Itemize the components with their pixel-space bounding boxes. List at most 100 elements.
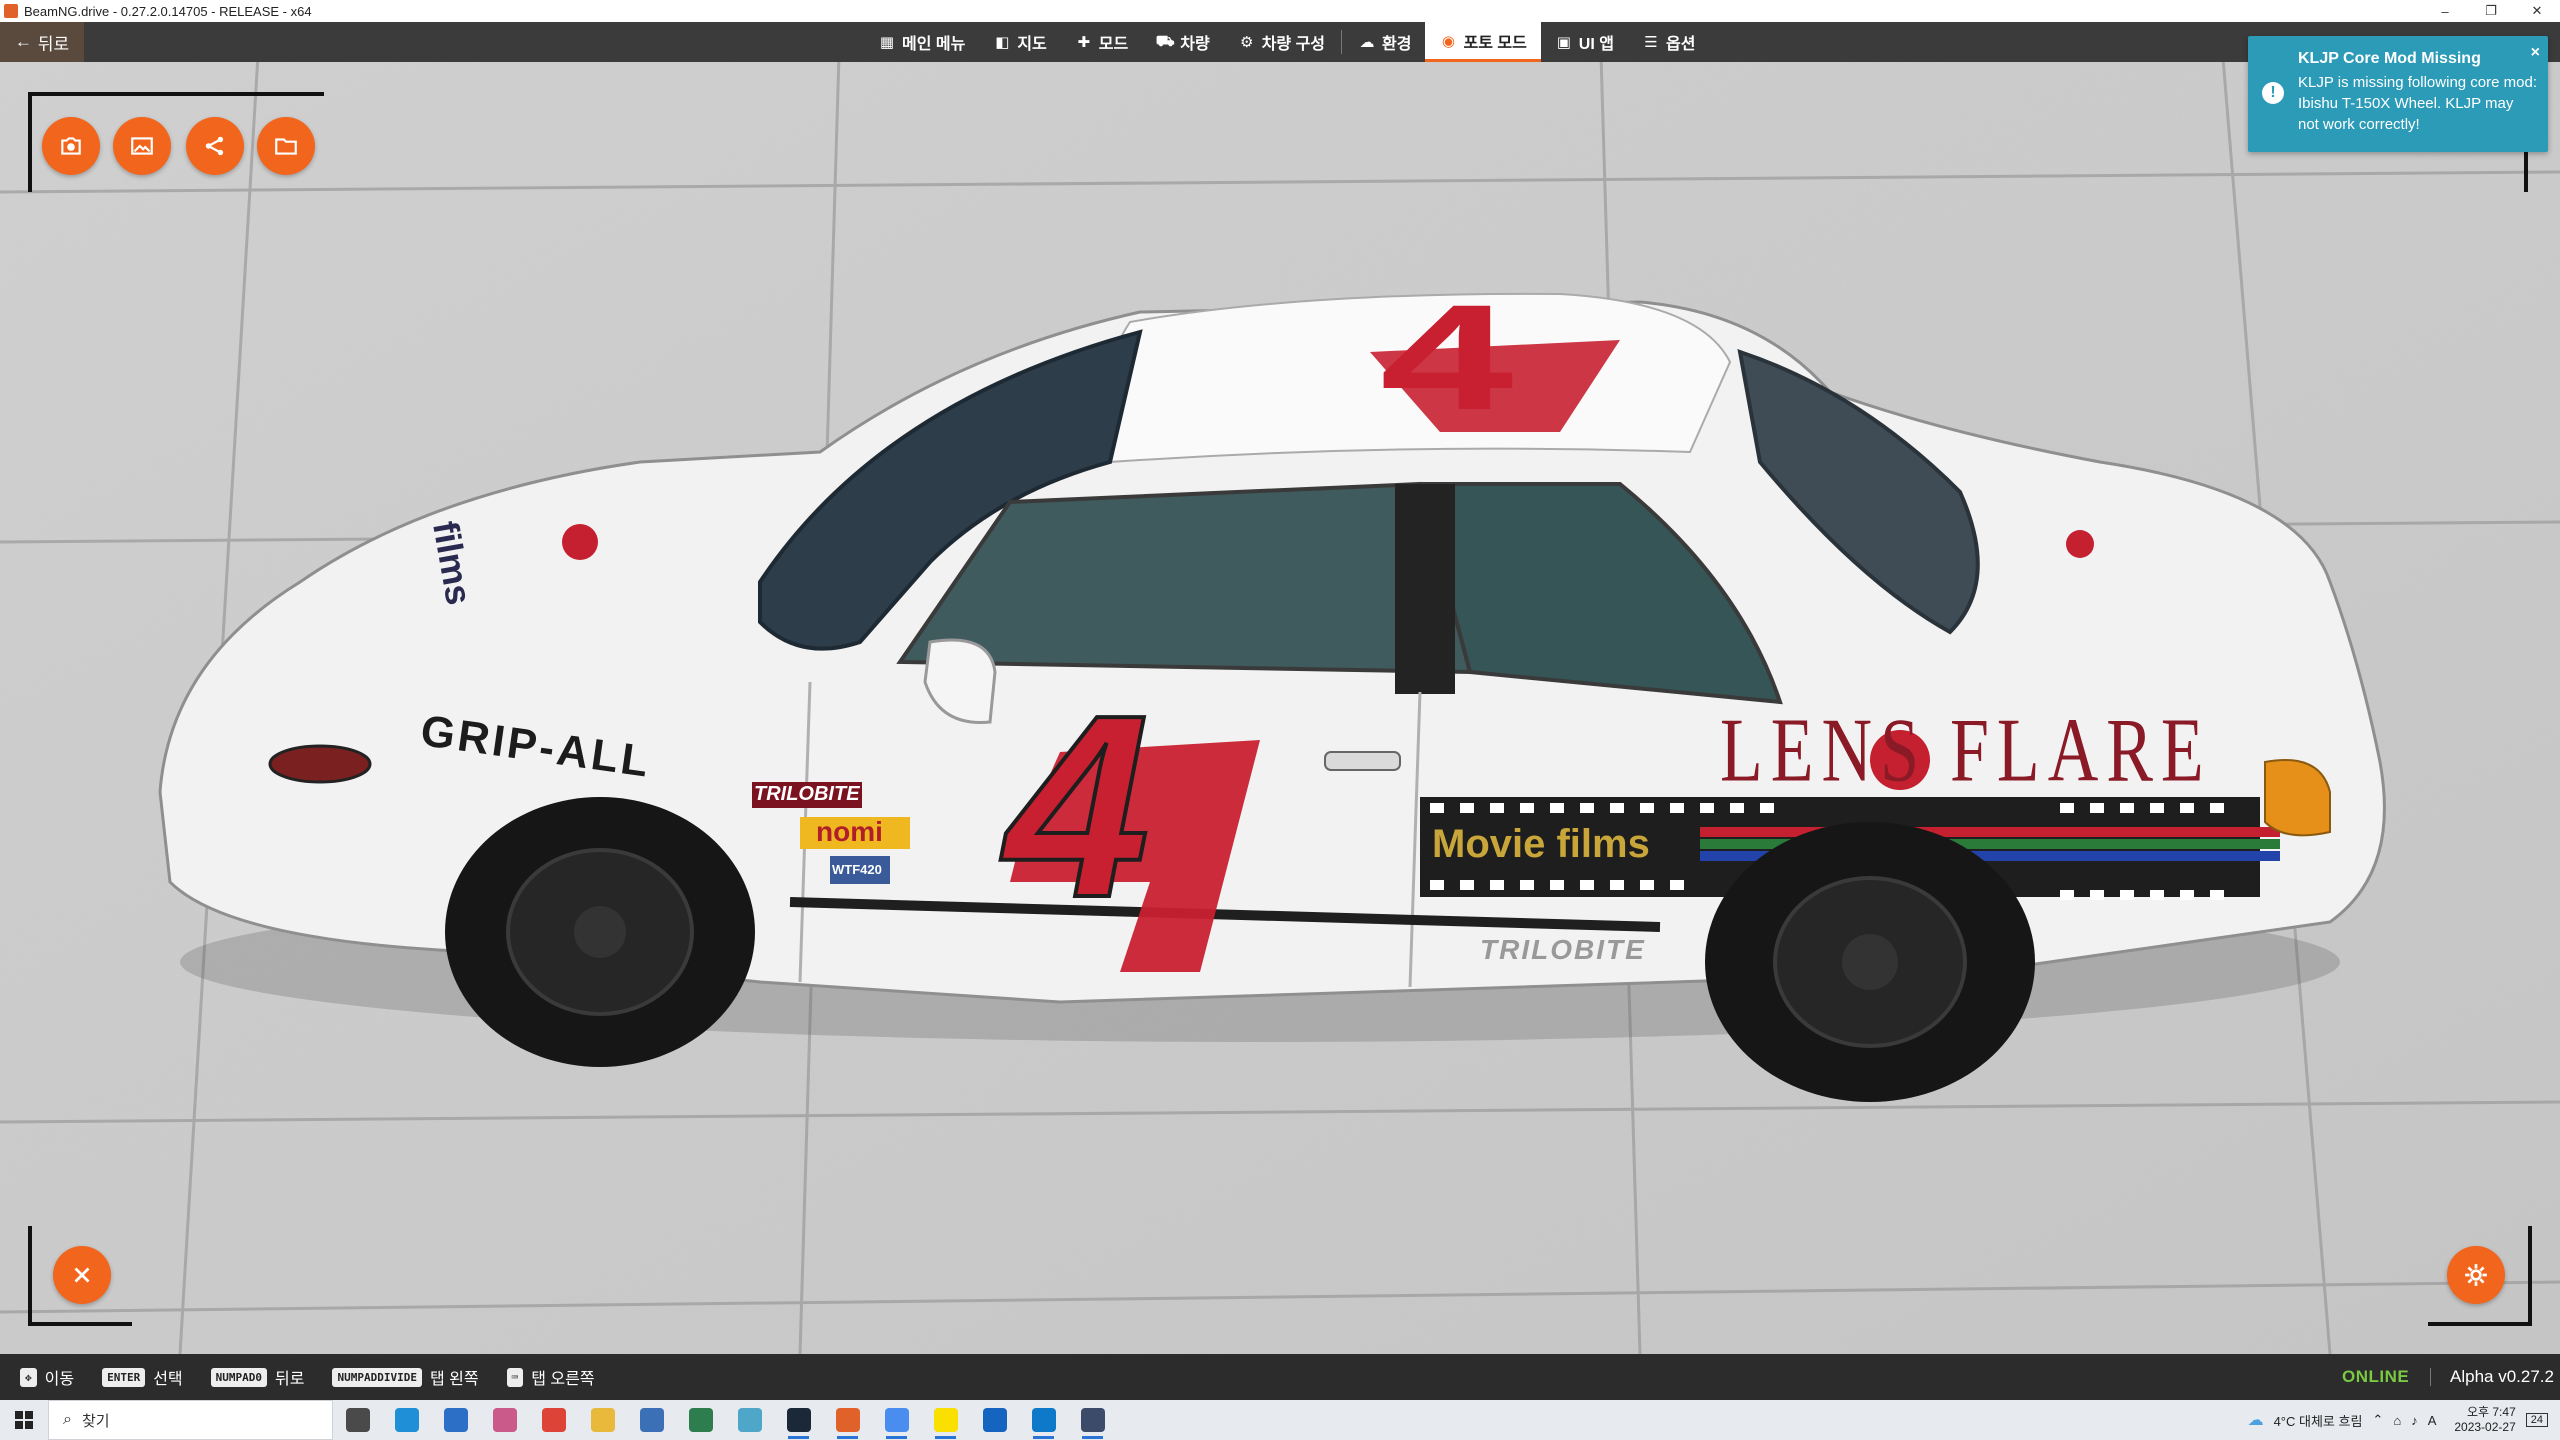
minimize-button[interactable]: – <box>2422 0 2468 22</box>
key-badge: NUMPAD0 <box>210 1367 268 1387</box>
lens-decal: LENS <box>1720 701 1927 802</box>
app-glyph <box>835 1408 860 1432</box>
steam-icon[interactable] <box>774 1400 823 1440</box>
menu-item-2[interactable]: ✚ 모드 <box>1061 22 1142 62</box>
taskbar-apps <box>333 1400 1117 1440</box>
menu-item-7[interactable]: ▣ UI 앱 <box>1541 22 1628 62</box>
weather-icon: ☁ <box>2247 1412 2264 1429</box>
app-glyph <box>345 1408 370 1432</box>
weather-icon: ☁ <box>1359 34 1375 51</box>
photo-settings-button[interactable] <box>2447 1246 2505 1304</box>
chrome-icon[interactable] <box>529 1400 578 1440</box>
taskbar-search[interactable]: ⌕ 찾기 <box>48 1400 333 1440</box>
screen: BeamNG.drive - 0.27.2.0.14705 - RELEASE … <box>0 0 2560 1440</box>
car-number-roof: 4 <box>1380 273 1514 441</box>
mod-warning-toast[interactable]: ! KLJP Core Mod Missing KLJP is missing … <box>2248 36 2548 152</box>
car-number-side: 4 <box>1003 662 1152 952</box>
wtf-decal: WTF420 <box>832 862 882 877</box>
back-button[interactable]: ← 뒤로 <box>0 22 84 62</box>
close-icon <box>74 1267 90 1283</box>
chrome-alt-icon[interactable] <box>872 1400 921 1440</box>
clock[interactable]: 오후 7:47 2023-02-27 <box>2454 1405 2515 1435</box>
hint-item: ENTER 선택 <box>102 1365 183 1389</box>
key-badge: ENTER <box>102 1367 146 1387</box>
sliders-icon: ☰ <box>1644 34 1658 51</box>
paint-icon[interactable] <box>480 1400 529 1440</box>
network-icon[interactable]: ⌂ <box>2393 1413 2401 1428</box>
share-button[interactable] <box>186 117 244 175</box>
toast-close-icon[interactable]: × <box>2531 44 2540 62</box>
key-badge: ⌨ <box>506 1367 524 1387</box>
app-glyph <box>982 1408 1007 1432</box>
app-glyph <box>688 1408 713 1432</box>
menu-item-label: 메인 메뉴 <box>902 36 966 53</box>
menu-item-label: UI 앱 <box>1578 36 1614 53</box>
hint-item: NUMPAD0 뒤로 <box>210 1365 304 1389</box>
chevron-up-icon[interactable]: ⌃ <box>2372 1412 2383 1428</box>
version-label: Alpha v0.27.2 <box>2450 1367 2554 1386</box>
calculator-icon[interactable] <box>627 1400 676 1440</box>
close-photo-mode-button[interactable] <box>53 1246 111 1304</box>
app-glyph <box>1031 1408 1056 1432</box>
close-window-button[interactable]: ✕ <box>2514 0 2560 22</box>
app-glyph <box>541 1408 566 1432</box>
menu-item-label: 모드 <box>1098 36 1129 53</box>
engine-icon: ⚙ <box>1239 34 1254 51</box>
search-placeholder: 찾기 <box>81 1412 110 1430</box>
tool-app-icon[interactable] <box>725 1400 774 1440</box>
start-button[interactable] <box>0 1400 48 1440</box>
ime-indicator[interactable]: A <box>2428 1413 2437 1428</box>
hint-item: NUMPADDIVIDE 탭 왼쪽 <box>332 1365 479 1389</box>
door-trilobite-decal: TRILOBITE <box>1480 934 1646 965</box>
status-divider <box>2430 1368 2431 1386</box>
camera-icon <box>61 137 81 155</box>
clock-time: 오후 7:47 <box>2466 1405 2516 1419</box>
hint-label: 선택 <box>153 1371 183 1388</box>
hint-label: 탭 왼쪽 <box>429 1371 479 1388</box>
hint-item: ✥ 이동 <box>20 1365 74 1389</box>
mail-icon[interactable] <box>431 1400 480 1440</box>
app-glyph <box>639 1408 664 1432</box>
edge-icon[interactable] <box>382 1400 431 1440</box>
game-viewport[interactable]: 4 4 GRIP-ALL LENS FLARE Movie films film… <box>0 22 2560 1354</box>
menu-item-0[interactable]: ▦ 메인 메뉴 <box>864 22 979 62</box>
menu-item-4[interactable]: ⚙ 차량 구성 <box>1224 22 1339 62</box>
gallery-button[interactable] <box>113 117 171 175</box>
flare-decal: FLARE <box>1950 701 2212 802</box>
hint-label: 이동 <box>44 1371 75 1388</box>
vector-app-icon[interactable] <box>676 1400 725 1440</box>
menu-item-6[interactable]: ◉ 포토 모드 <box>1425 22 1541 62</box>
search-icon: ⌕ <box>63 1411 72 1428</box>
menu-item-label: 차량 구성 <box>1261 36 1326 53</box>
menu-item-8[interactable]: ☰ 옵션 <box>1628 22 1709 62</box>
windows-logo-icon <box>15 1411 33 1429</box>
system-tray: ☁ 4°C 대체로 흐림 ⌃ ⌂ ♪ A 오후 7:47 2023-02-27 … <box>2248 1400 2560 1440</box>
task-view-icon[interactable] <box>333 1400 382 1440</box>
toast-body: KLJP is missing following core mod: Ibis… <box>2298 74 2537 133</box>
file-explorer-icon[interactable] <box>578 1400 627 1440</box>
volume-icon[interactable]: ♪ <box>2411 1413 2418 1428</box>
menu-item-5[interactable]: ☁ 환경 <box>1344 22 1425 62</box>
top-menu-bar: ← 뒤로 ▦ 메인 메뉴 ◧ 지도 ✚ 모드 ⛟ 차량 ⚙ 차량 구성 ☁ 환경 ◉ 포토 모드 ▣ UI 앱… <box>0 22 2560 62</box>
restore-button[interactable]: ❐ <box>2468 0 2514 22</box>
app-glyph <box>1080 1408 1105 1432</box>
menu-item-3[interactable]: ⛟ 차량 <box>1142 22 1223 62</box>
notification-center-icon[interactable]: 24 <box>2525 1413 2548 1427</box>
blue-app-icon[interactable] <box>970 1400 1019 1440</box>
window-app-icon[interactable] <box>1068 1400 1117 1440</box>
kakaotalk-icon[interactable] <box>921 1400 970 1440</box>
vscode-icon[interactable] <box>1019 1400 1068 1440</box>
hint-item: ⌨ 탭 오른쪽 <box>506 1365 595 1389</box>
beamng-icon[interactable] <box>823 1400 872 1440</box>
app-glyph <box>394 1408 419 1432</box>
online-status: ONLINE <box>2342 1367 2410 1386</box>
hint-list: ✥ 이동 ENTER 선택 NUMPAD0 뒤로 NUMPADDIVIDE 탭 왼쪽 ⌨ 탭 오른… <box>0 1365 595 1389</box>
main-nav: ▦ 메인 메뉴 ◧ 지도 ✚ 모드 ⛟ 차량 ⚙ 차량 구성 ☁ 환경 ◉ 포토 모드 ▣ UI 앱 ☰ 옵션 <box>864 22 1709 62</box>
take-photo-button[interactable] <box>42 117 100 175</box>
app-glyph <box>933 1408 958 1432</box>
menu-item-1[interactable]: ◧ 지도 <box>979 22 1060 62</box>
weather-text[interactable]: 4°C 대체로 흐림 <box>2274 1411 2363 1430</box>
back-label: 뒤로 <box>37 34 70 54</box>
rear-wheel <box>1705 822 2035 1102</box>
open-folder-button[interactable] <box>257 117 315 175</box>
